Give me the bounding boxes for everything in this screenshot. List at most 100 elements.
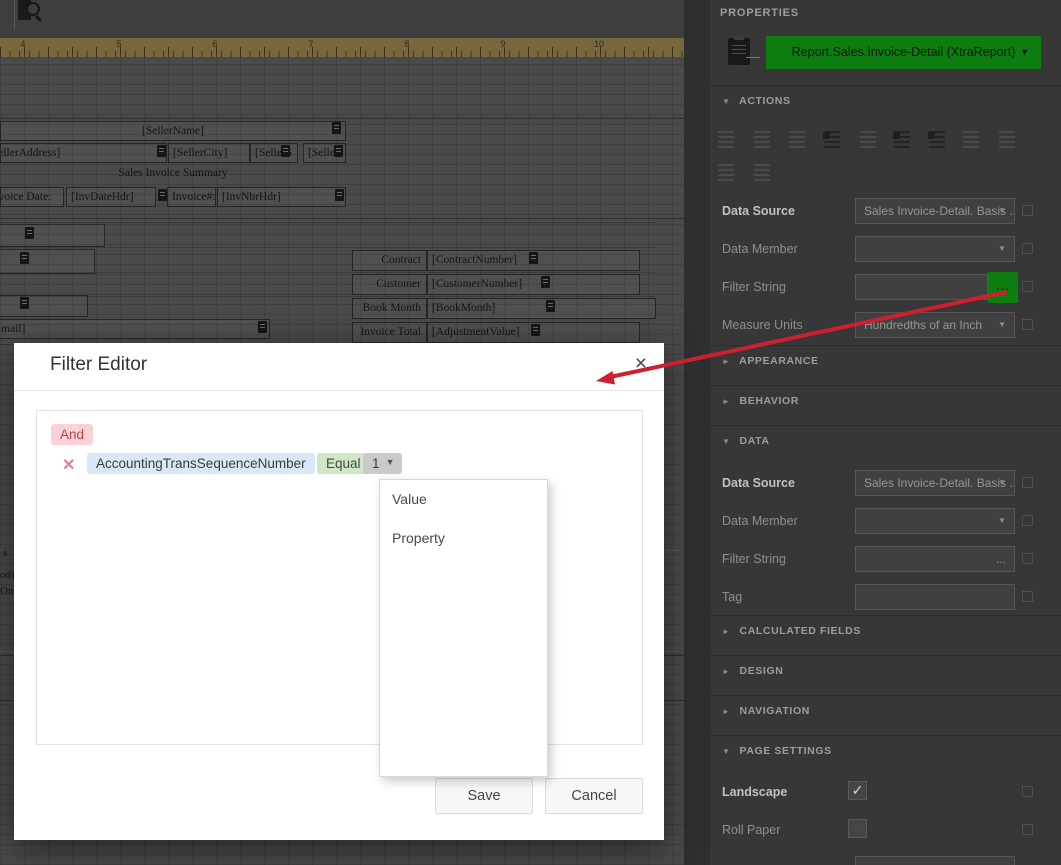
report-textbox-partial[interactable] bbox=[0, 249, 95, 274]
property-marker[interactable] bbox=[1022, 243, 1033, 254]
action-icon-grid[interactable] bbox=[999, 131, 1015, 148]
property-marker[interactable] bbox=[1022, 824, 1033, 835]
report-label-invoice-number[interactable]: Invoice#: bbox=[167, 187, 216, 207]
property-marker[interactable] bbox=[1022, 205, 1033, 216]
save-button[interactable]: Save bbox=[435, 778, 533, 814]
data-binding-icon bbox=[281, 145, 290, 157]
condition-value-dropdown[interactable]: 1 ▼ bbox=[363, 453, 402, 474]
cancel-button[interactable]: Cancel bbox=[545, 778, 643, 814]
section-header-page-settings[interactable]: ▼ PAGE SETTINGS bbox=[722, 745, 832, 757]
data-binding-icon bbox=[158, 189, 167, 201]
preview-zoom-icon[interactable] bbox=[18, 0, 44, 24]
cell-text: Book Month bbox=[362, 302, 421, 314]
report-textbox-sellername[interactable]: [SellerName] bbox=[0, 121, 346, 141]
report-textbox-invdatehdr[interactable]: [InvDateHdr] bbox=[66, 187, 156, 207]
tag-input[interactable] bbox=[855, 584, 1015, 610]
section-header-appearance[interactable]: ► APPEARANCE bbox=[722, 355, 819, 367]
cell-text: [BookMonth] bbox=[432, 302, 496, 314]
report-textbox-sellercity[interactable]: [SellerCity] bbox=[168, 143, 250, 163]
table-cell-label[interactable]: Invoice Total bbox=[352, 322, 427, 343]
filter-string-input[interactable] bbox=[855, 274, 988, 300]
property-marker[interactable] bbox=[1022, 477, 1033, 488]
field-value: Hundredths of an Inch bbox=[864, 318, 983, 332]
table-cell-label[interactable]: Book Month bbox=[352, 298, 427, 319]
report-label-summary-title[interactable]: Sales Invoice Summary bbox=[0, 167, 346, 179]
report-textbox-invnbrhdr[interactable]: [InvNbrHdr] bbox=[217, 187, 346, 207]
action-icon-clipboard[interactable] bbox=[893, 131, 910, 148]
close-icon[interactable]: × bbox=[635, 352, 647, 376]
section-label: DATA bbox=[739, 435, 770, 447]
section-header-data[interactable]: ▼ DATA bbox=[722, 435, 770, 447]
report-label-invoice-date[interactable]: Invoice Date: bbox=[0, 187, 64, 207]
measure-units-select[interactable]: Hundredths of an Inch ▼ bbox=[855, 312, 1015, 338]
property-marker[interactable] bbox=[1022, 553, 1033, 564]
chevron-down-icon: ▼ bbox=[998, 206, 1006, 215]
collapsed-triangle-icon: ► bbox=[722, 707, 731, 716]
action-icon-list[interactable] bbox=[789, 131, 805, 148]
action-icon-list[interactable] bbox=[963, 131, 979, 148]
property-marker[interactable] bbox=[1022, 591, 1033, 602]
group-operator-badge[interactable]: And bbox=[51, 424, 94, 445]
data-member-select[interactable]: ▼ bbox=[855, 236, 1015, 262]
section-header-calculated-fields[interactable]: ► CALCULATED FIELDS bbox=[722, 625, 861, 637]
action-icon-tree[interactable] bbox=[928, 131, 945, 148]
action-icon-list[interactable] bbox=[754, 164, 770, 181]
action-icon-grid[interactable] bbox=[860, 131, 876, 148]
action-icon-tree[interactable] bbox=[823, 131, 840, 148]
roll-paper-checkbox[interactable] bbox=[848, 819, 867, 838]
action-icon-grid[interactable] bbox=[718, 164, 734, 181]
section-divider bbox=[710, 345, 1061, 346]
expand-triangle-icon: ▼ bbox=[722, 437, 731, 446]
dialog-title: Filter Editor bbox=[50, 354, 148, 375]
menu-item-property[interactable]: Property bbox=[380, 519, 547, 558]
menu-item-value[interactable]: Value bbox=[380, 480, 547, 519]
condition-operator-badge[interactable]: Equal bbox=[317, 453, 370, 474]
data-source-select[interactable]: Sales Invoice-Detail. Basis ... ▼ bbox=[855, 470, 1015, 496]
property-marker[interactable] bbox=[1022, 515, 1033, 526]
data-binding-icon bbox=[20, 252, 29, 264]
property-marker[interactable] bbox=[1022, 786, 1033, 797]
report-textbox-partial[interactable] bbox=[0, 295, 88, 317]
section-header-actions[interactable]: ▼ ACTIONS bbox=[722, 95, 791, 107]
ellipsis-icon[interactable]: ... bbox=[996, 547, 1006, 571]
report-textbox-selleraddress[interactable]: [SellerAddress] bbox=[0, 143, 167, 163]
report-textbox-sellerstate[interactable]: [SellerS bbox=[250, 143, 298, 163]
properties-panel: PROPERTIES Report.Sales.Invoice-Detail (… bbox=[710, 0, 1061, 865]
field-text: mail] bbox=[1, 323, 26, 335]
property-marker[interactable] bbox=[1022, 319, 1033, 330]
data-member-select[interactable]: ▼ bbox=[855, 508, 1015, 534]
data-binding-icon bbox=[546, 300, 555, 312]
section-divider bbox=[710, 615, 1061, 616]
data-source-select[interactable]: Sales Invoice-Detail. Basis ... ▼ bbox=[855, 198, 1015, 224]
report-textbox-partial[interactable] bbox=[0, 224, 105, 247]
report-textbox-email[interactable]: mail] bbox=[0, 319, 270, 339]
filter-string-input[interactable]: ... bbox=[855, 546, 1015, 572]
field-text: [SellerName] bbox=[142, 125, 204, 137]
table-cell-value[interactable]: [CustomerNumber] bbox=[427, 274, 640, 295]
data-binding-icon bbox=[334, 145, 343, 157]
condition-field-badge[interactable]: AccountingTransSequenceNumber bbox=[87, 453, 315, 474]
section-header-design[interactable]: ► DESIGN bbox=[722, 665, 783, 677]
landscape-checkbox[interactable]: ✓ bbox=[848, 781, 867, 800]
filter-string-ellipsis-button[interactable]: ... bbox=[988, 272, 1018, 303]
check-icon: ✓ bbox=[851, 782, 864, 798]
property-label: Tag bbox=[722, 590, 743, 604]
paper-kind-select[interactable]: ▼ bbox=[855, 856, 1015, 865]
remove-condition-icon[interactable]: ✕ bbox=[62, 455, 75, 475]
grid-row-line bbox=[0, 296, 655, 297]
property-marker[interactable] bbox=[1022, 281, 1033, 292]
table-cell-label[interactable]: Contract bbox=[352, 250, 427, 271]
action-icon-list[interactable] bbox=[754, 131, 770, 148]
section-header-behavior[interactable]: ► BEHAVIOR bbox=[722, 395, 799, 407]
collapsed-triangle-icon: ► bbox=[722, 357, 731, 366]
section-header-navigation[interactable]: ► NAVIGATION bbox=[722, 705, 810, 717]
action-icon-grid[interactable] bbox=[718, 131, 734, 148]
clipped-field-fragment: On bbox=[0, 585, 14, 597]
table-cell-label[interactable]: Customer bbox=[352, 274, 427, 295]
field-text: [SellerCity] bbox=[173, 147, 228, 159]
field-text: Invoice Date: bbox=[1, 191, 52, 203]
collapsed-triangle-icon: ► bbox=[722, 667, 731, 676]
table-cell-value[interactable]: [BookMonth] bbox=[427, 298, 656, 319]
chevron-down-icon: ▼ bbox=[385, 457, 395, 467]
report-selector-dropdown[interactable]: Report.Sales.Invoice-Detail (XtraReport)… bbox=[766, 36, 1041, 69]
